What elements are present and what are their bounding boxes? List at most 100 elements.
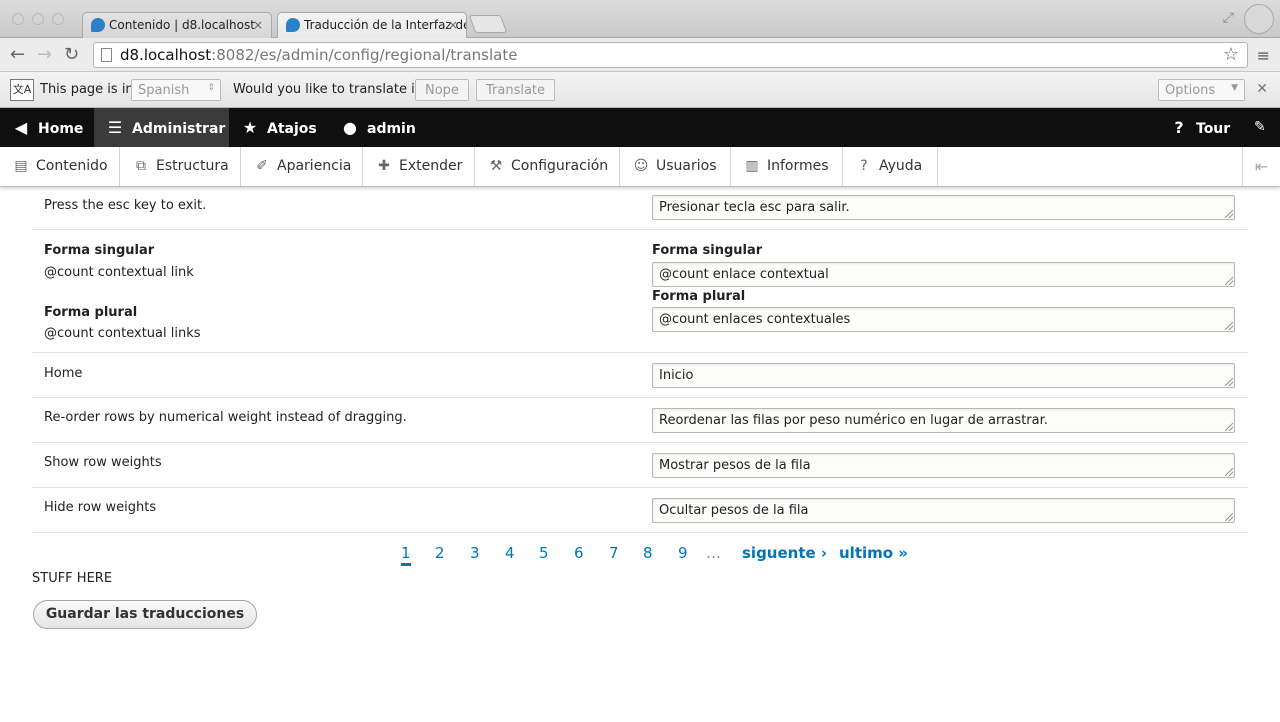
pager-page-9[interactable]: 9 [678, 544, 688, 562]
source-string: Show row weights [44, 455, 162, 470]
page-icon [101, 48, 112, 62]
home-label: Home [38, 121, 84, 137]
select-arrows-icon: ⇕ [207, 83, 215, 93]
minimize-window-button[interactable] [32, 13, 44, 25]
source-string: @count contextual link [44, 265, 194, 280]
nope-button[interactable]: Nope [415, 79, 469, 101]
toolbar-tour[interactable]: ? Tour [1158, 108, 1238, 147]
pager-page-4[interactable]: 4 [505, 544, 515, 562]
tray-label: Extender [399, 158, 463, 174]
translation-field[interactable]: Mostrar pesos de la fila [652, 453, 1235, 478]
source-string: Hide row weights [44, 500, 157, 515]
incognito-icon [1244, 4, 1274, 34]
tray-label: Informes [767, 158, 829, 174]
admin-tray: ▤ Contenido ⧉ Estructura ✐ Apariencia ✚ Exte… [0, 147, 1280, 187]
puzzle-icon: ✚ [378, 158, 390, 174]
tray-estructura[interactable]: ⧉ Estructura [120, 147, 241, 186]
pager: 1 2 3 4 5 6 7 8 9 … siguente › ultimo » [0, 544, 1280, 568]
tray-label: Usuarios [656, 158, 717, 174]
url-path: :8082/es/admin/config/regional/translate [211, 46, 518, 64]
drupal-favicon-icon [286, 18, 300, 32]
plural-translation-label: Forma plural [652, 289, 746, 304]
pager-page-6[interactable]: 6 [574, 544, 584, 562]
options-select[interactable]: Options ▼ [1158, 79, 1245, 101]
hamburger-icon: ☰ [107, 118, 123, 137]
tray-ayuda[interactable]: ? Ayuda [843, 147, 938, 186]
pager-page-5[interactable]: 5 [539, 544, 549, 562]
back-icon[interactable]: ← [10, 44, 25, 65]
atajos-label: Atajos [267, 121, 317, 137]
toolbar-administrar[interactable]: ☰ Administrar [94, 108, 229, 147]
tab-close-icon[interactable]: × [253, 13, 263, 37]
tray-extender[interactable]: ✚ Extender [363, 147, 475, 186]
pager-page-8[interactable]: 8 [643, 544, 653, 562]
pager-page-2[interactable]: 2 [435, 544, 445, 562]
pager-next[interactable]: siguente › [742, 544, 827, 562]
pager-ellipsis: … [706, 544, 721, 562]
tray-configuracion[interactable]: ⚒ Configuración [475, 147, 620, 186]
reload-icon[interactable]: ↻ [64, 44, 79, 65]
toolbar-user[interactable]: ● admin [329, 108, 429, 147]
browser-menu-icon[interactable]: ≡ [1257, 46, 1270, 65]
sitemap-icon: ⧉ [136, 158, 146, 174]
toolbar-atajos[interactable]: ★ Atajos [229, 108, 329, 147]
translation-field[interactable]: Presionar tecla esc para salir. [652, 195, 1235, 220]
singular-translation-label: Forma singular [652, 243, 763, 258]
new-tab-button[interactable] [468, 15, 508, 33]
singular-label: Forma singular [44, 243, 155, 258]
save-translations-button[interactable]: Guardar las traducciones [33, 600, 257, 629]
translation-field[interactable]: Ocultar pesos de la fila [652, 498, 1235, 523]
tray-usuarios[interactable]: ☺ Usuarios [620, 147, 731, 186]
bookmark-star-icon[interactable]: ☆ [1223, 43, 1239, 67]
browser-toolbar: ← → ↻ d8.localhost:8082/es/admin/config/… [0, 38, 1280, 72]
tray-informes[interactable]: ▥ Informes [731, 147, 843, 186]
singular-translation-field[interactable]: @count enlace contextual [652, 262, 1235, 287]
tour-label: Tour [1196, 121, 1231, 137]
translate-icon: 文A [10, 79, 34, 101]
translate-button[interactable]: Translate [476, 79, 556, 101]
user-icon: ● [343, 118, 357, 137]
pager-last[interactable]: ultimo » [839, 544, 908, 562]
tray-apariencia[interactable]: ✐ Apariencia [241, 147, 363, 186]
forward-icon[interactable]: → [37, 44, 52, 65]
source-string: Re-order rows by numerical weight instea… [44, 410, 407, 425]
table-row: Hide row weights Ocultar pesos de la fil… [32, 488, 1248, 533]
address-bar[interactable]: d8.localhost:8082/es/admin/config/region… [93, 42, 1248, 68]
pager-page-1[interactable]: 1 [401, 544, 411, 566]
translation-field[interactable]: Inicio [652, 363, 1235, 388]
tray-label: Contenido [36, 158, 108, 174]
close-infobar-icon[interactable]: ✕ [1256, 81, 1268, 97]
options-label: Options [1165, 83, 1216, 98]
pager-page-7[interactable]: 7 [609, 544, 619, 562]
tray-contenido[interactable]: ▤ Contenido [0, 147, 120, 186]
plural-translation-field[interactable]: @count enlaces contextuales [652, 307, 1235, 332]
wrench-icon: ⚒ [489, 158, 503, 174]
admin-toolbar: ◀ Home ☰ Administrar ★ Atajos ● admin ? Tour … [0, 108, 1280, 147]
page-language-label: This page is in [40, 82, 134, 97]
close-window-button[interactable] [12, 13, 24, 25]
translation-table: Press the esc key to exit. Presionar tec… [32, 187, 1248, 533]
star-icon: ★ [242, 118, 258, 137]
fullscreen-icon[interactable]: ⤢ [1223, 10, 1234, 26]
edit-pencil-icon[interactable]: ✎ [1244, 108, 1280, 147]
help-icon: ? [860, 158, 868, 174]
translate-question: Would you like to translate it? [233, 82, 427, 97]
tab-title: Traducción de la Interfaz de [304, 18, 467, 32]
maximize-window-button[interactable] [52, 13, 64, 25]
toolbar-home[interactable]: ◀ Home [0, 108, 94, 147]
pager-page-3[interactable]: 3 [470, 544, 480, 562]
language-select[interactable]: Spanish ⇕ [131, 79, 221, 101]
users-icon: ☺ [633, 158, 649, 174]
tab-close-icon[interactable]: × [448, 13, 458, 37]
drupal-favicon-icon [91, 18, 105, 32]
browser-tab-strip: Contenido | d8.localhost × Traducción de… [0, 0, 1280, 38]
help-icon: ? [1174, 118, 1184, 137]
browser-tab-contenido[interactable]: Contenido | d8.localhost × [82, 12, 272, 38]
url-host: d8.localhost [120, 46, 212, 64]
translation-field[interactable]: Reordenar las filas por peso numérico en… [652, 408, 1235, 433]
browser-tab-traduccion[interactable]: Traducción de la Interfaz de × [277, 12, 467, 38]
table-row: Show row weights Mostrar pesos de la fil… [32, 443, 1248, 488]
tray-orientation-toggle-icon[interactable]: ⇤ [1242, 147, 1280, 186]
table-row: Re-order rows by numerical weight instea… [32, 398, 1248, 443]
tab-title: Contenido | d8.localhost [109, 18, 255, 32]
